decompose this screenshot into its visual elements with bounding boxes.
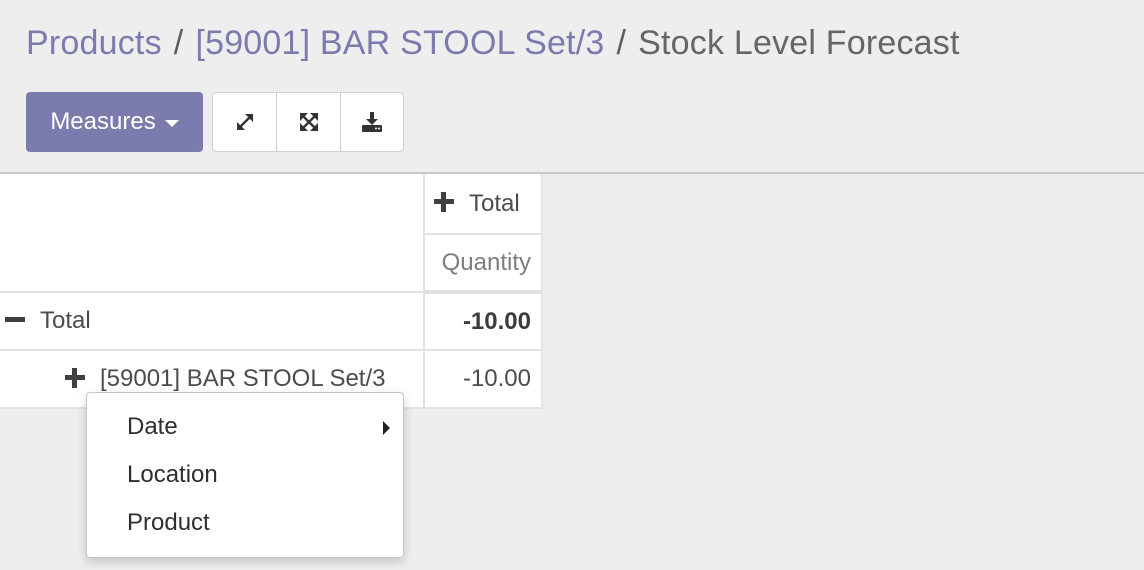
breadcrumb: Products / [59001] BAR STOOL Set/3 / Stock L… xyxy=(26,24,960,63)
expand-arrows-icon xyxy=(236,114,253,130)
breadcrumb-product-link[interactable]: [59001] BAR STOOL Set/3 xyxy=(195,24,604,62)
breadcrumb-separator: / xyxy=(173,24,184,62)
breadcrumb-products-link[interactable]: Products xyxy=(26,24,162,62)
dropdown-item-product[interactable]: Product xyxy=(87,501,403,549)
pivot-corner-cell xyxy=(0,174,425,293)
pivot-row-label: [59001] BAR STOOL Set/3 xyxy=(100,365,386,392)
download-button[interactable] xyxy=(341,93,403,151)
pivot-cell-value[interactable]: -10.00 xyxy=(423,291,543,351)
caret-down-icon xyxy=(164,120,179,127)
pivot-cell-value[interactable]: -10.00 xyxy=(423,349,543,409)
dropdown-item-label: Product xyxy=(127,509,210,536)
pivot-row-label: Total xyxy=(40,307,91,334)
expand-all-button[interactable] xyxy=(277,93,341,151)
plus-icon xyxy=(433,191,455,213)
flip-axis-button[interactable] xyxy=(213,93,277,151)
page-title: Stock Level Forecast xyxy=(638,24,960,62)
pivot-table: Total Quantity Total -10.00 [59001] BAR … xyxy=(0,174,543,409)
pivot-column-header-label: Total xyxy=(469,189,520,217)
measures-label: Measures xyxy=(50,108,156,135)
dropdown-item-label: Location xyxy=(127,461,218,488)
expand-all-icon xyxy=(299,113,318,131)
breadcrumb-separator: / xyxy=(616,24,627,62)
measures-dropdown-button[interactable]: Measures xyxy=(26,92,203,152)
pivot-row-header-total[interactable]: Total xyxy=(0,291,425,351)
dropdown-item-date[interactable]: Date xyxy=(87,405,403,453)
groupby-dropdown-menu: Date Location Product xyxy=(86,392,404,558)
page: Products / [59001] BAR STOOL Set/3 / Stock L… xyxy=(0,0,1144,570)
pivot-measure-header[interactable]: Quantity xyxy=(423,233,543,294)
minus-icon xyxy=(4,309,26,331)
dropdown-item-label: Date xyxy=(127,413,178,440)
download-icon xyxy=(362,112,382,132)
dropdown-item-location[interactable]: Location xyxy=(87,453,403,501)
pivot-column-header-total[interactable]: Total xyxy=(423,174,543,235)
caret-right-icon xyxy=(383,421,390,435)
plus-icon xyxy=(64,367,86,389)
pivot-action-buttons xyxy=(212,92,404,152)
